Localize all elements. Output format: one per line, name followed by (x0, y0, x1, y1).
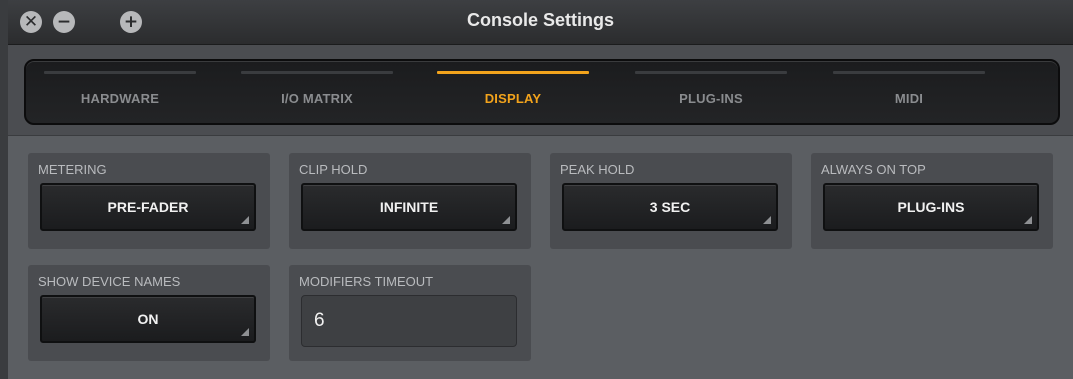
tab-strip: HARDWARE I/O MATRIX DISPLAY PLUG-INS MID… (24, 59, 1060, 125)
tab-io-matrix[interactable]: I/O MATRIX (241, 61, 393, 123)
always-on-top-value: PLUG-INS (897, 199, 965, 215)
console-settings-window: ✕ − + Console Settings HARDWARE I/O MATR… (0, 0, 1073, 379)
dropdown-corner-icon (502, 216, 510, 224)
modifiers-timeout-group: MODIFIERS TIMEOUT 6 (289, 265, 531, 361)
show-device-names-dropdown[interactable]: ON (40, 295, 256, 343)
peak-hold-value: 3 SEC (649, 199, 691, 215)
metering-value: PRE-FADER (107, 199, 189, 215)
tab-area: HARDWARE I/O MATRIX DISPLAY PLUG-INS MID… (8, 45, 1073, 136)
dropdown-corner-icon (241, 328, 249, 336)
tab-display[interactable]: DISPLAY (437, 61, 589, 123)
always-on-top-label: ALWAYS ON TOP (821, 162, 926, 177)
metering-dropdown[interactable]: PRE-FADER (40, 183, 256, 231)
tab-label: I/O MATRIX (281, 91, 353, 106)
dropdown-corner-icon (241, 216, 249, 224)
always-on-top-dropdown[interactable]: PLUG-INS (823, 183, 1039, 231)
tab-indicator-active (437, 71, 589, 74)
tab-label: HARDWARE (80, 91, 160, 106)
clip-hold-group: CLIP HOLD INFINITE (289, 153, 531, 249)
clip-hold-label: CLIP HOLD (299, 162, 368, 177)
dropdown-corner-icon (763, 216, 771, 224)
tab-indicator (635, 71, 787, 74)
tab-label: MIDI (894, 91, 924, 106)
dropdown-corner-icon (1024, 216, 1032, 224)
tab-indicator (44, 71, 196, 74)
clip-hold-dropdown[interactable]: INFINITE (301, 183, 517, 231)
metering-label: METERING (38, 162, 107, 177)
tab-plug-ins[interactable]: PLUG-INS (635, 61, 787, 123)
peak-hold-group: PEAK HOLD 3 SEC (550, 153, 792, 249)
tab-label: PLUG-INS (679, 91, 743, 106)
tab-indicator (241, 71, 393, 74)
clip-hold-value: INFINITE (379, 199, 439, 215)
modifiers-timeout-label: MODIFIERS TIMEOUT (299, 274, 434, 289)
peak-hold-label: PEAK HOLD (560, 162, 635, 177)
show-device-names-value: ON (137, 311, 159, 327)
tab-midi[interactable]: MIDI (833, 61, 985, 123)
tab-indicator (833, 71, 985, 74)
show-device-names-group: SHOW DEVICE NAMES ON (28, 265, 270, 361)
tab-label: DISPLAY (484, 91, 542, 106)
tab-hardware[interactable]: HARDWARE (44, 61, 196, 123)
peak-hold-dropdown[interactable]: 3 SEC (562, 183, 778, 231)
show-device-names-label: SHOW DEVICE NAMES (38, 274, 181, 289)
title-bar: ✕ − + Console Settings (8, 0, 1073, 45)
modifiers-timeout-input[interactable]: 6 (301, 295, 517, 347)
always-on-top-group: ALWAYS ON TOP PLUG-INS (811, 153, 1053, 249)
window-title: Console Settings (466, 10, 614, 30)
metering-group: METERING PRE-FADER (28, 153, 270, 249)
